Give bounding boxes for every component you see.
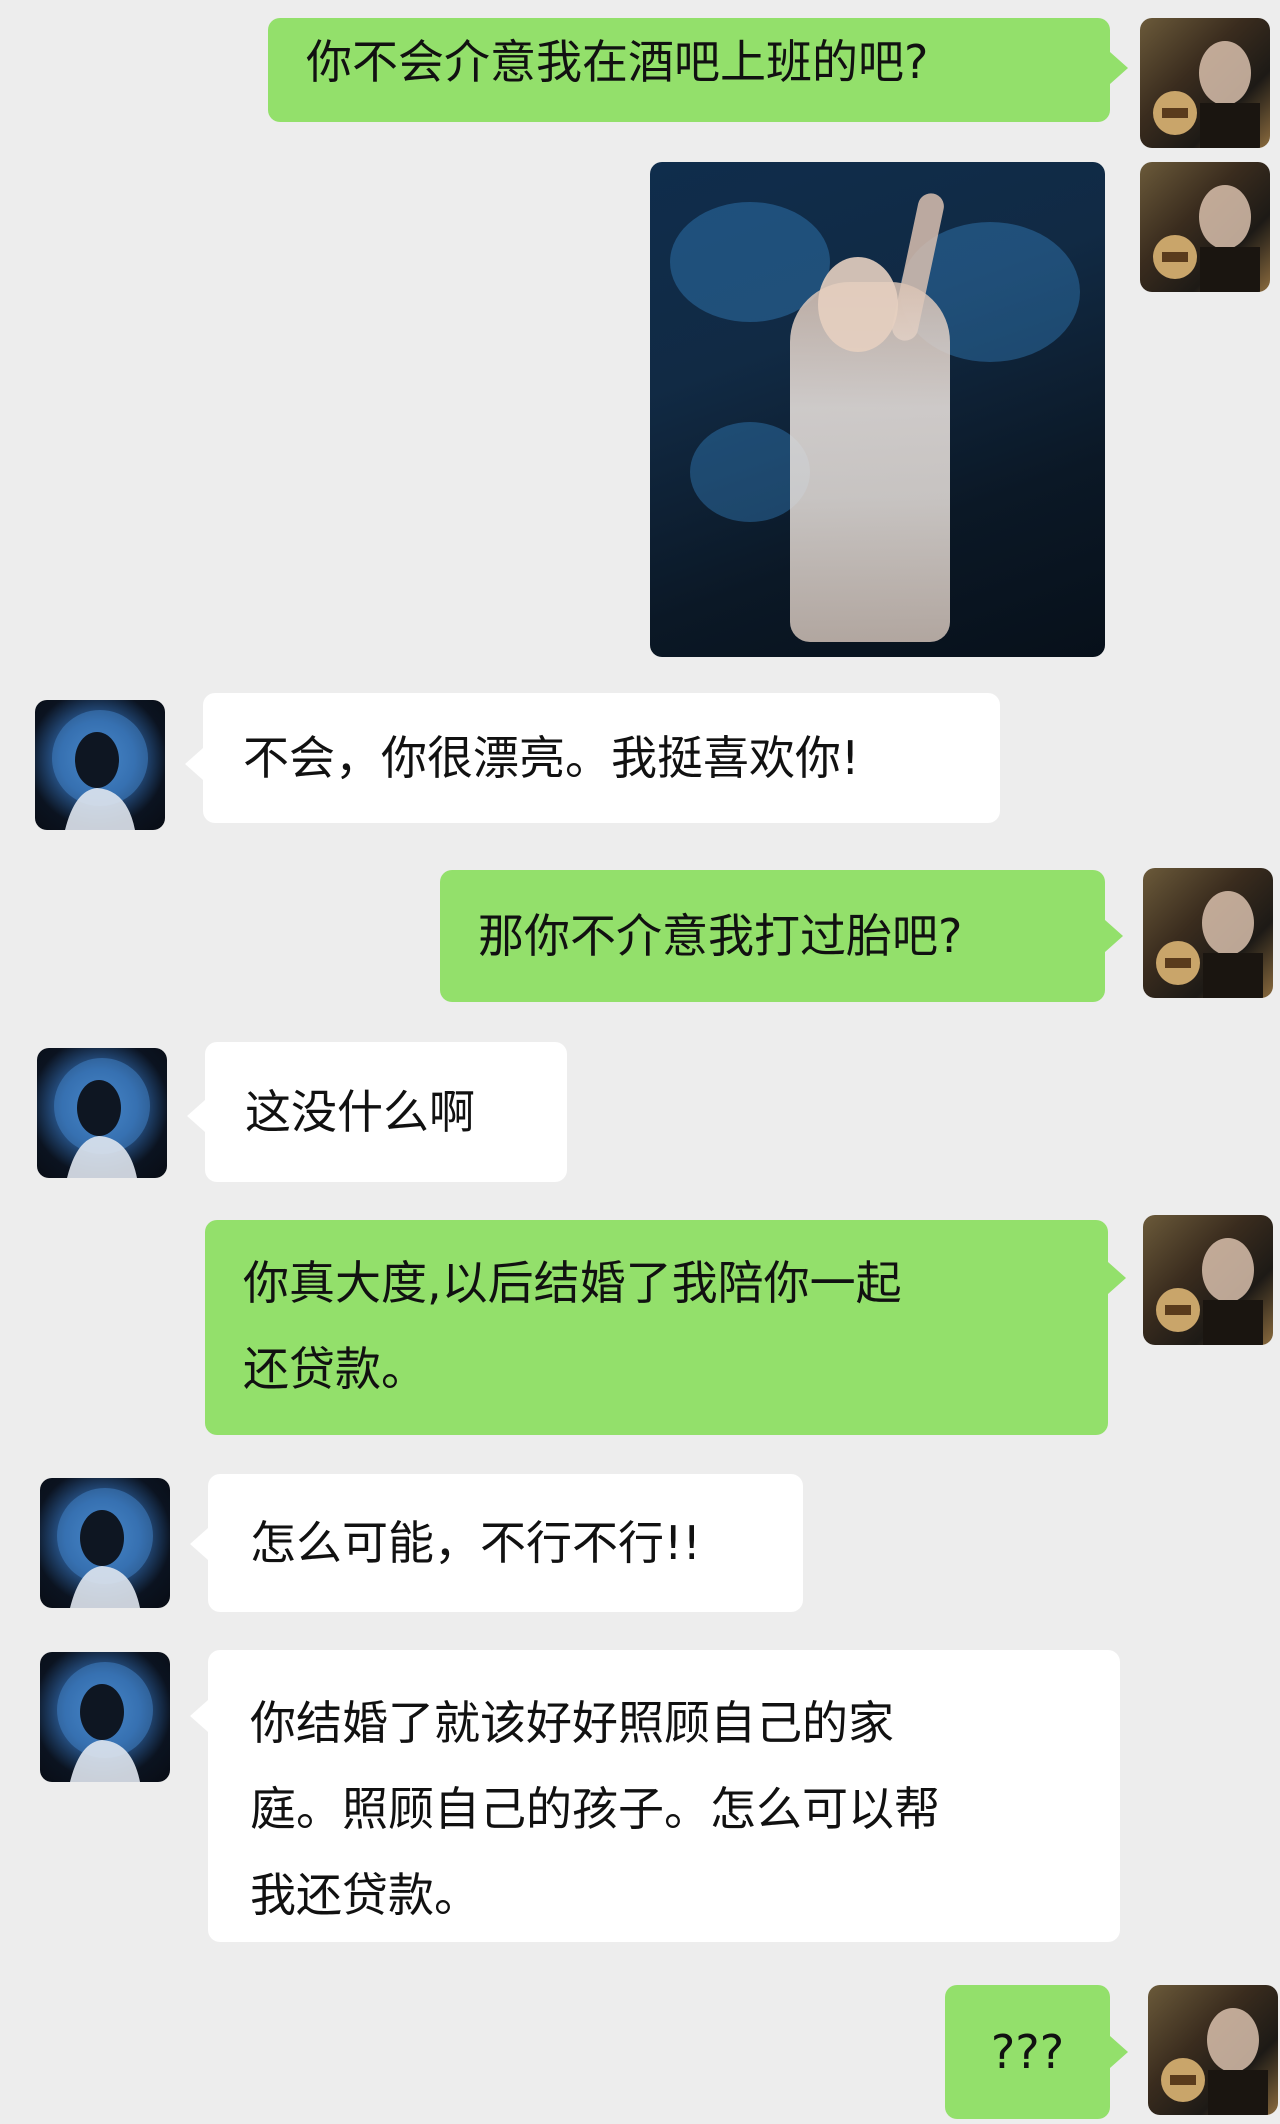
sent-message-bubble[interactable]: ??? [945,1985,1110,2119]
message-line: 你真大度,以后结婚了我陪你一起 [243,1256,902,1310]
sender-avatar[interactable] [1140,18,1270,148]
message-line: 还贷款。 [243,1342,427,1396]
girl-avatar-icon [1153,185,1260,292]
receiver-avatar[interactable] [37,1048,167,1178]
sender-avatar[interactable] [1140,162,1270,292]
bubble-tail [1108,1262,1126,1294]
boy-avatar-icon [52,710,148,830]
message-text: ??? [990,2025,1065,2079]
girl-avatar-icon [1156,891,1263,998]
message-text: 怎么可能，不行不行!! [250,1516,701,1570]
bubble-tail [185,748,203,780]
bubble-tail [190,1528,208,1560]
girl-avatar-icon [1156,1238,1263,1345]
received-message-bubble[interactable]: 这没什么啊 [205,1042,567,1182]
received-message-bubble[interactable]: 你结婚了就该好好照顾自己的家 庭。照顾自己的孩子。怎么可以帮 我还贷款。 [208,1650,1120,1942]
sender-avatar[interactable] [1143,1215,1273,1345]
receiver-avatar[interactable] [40,1652,170,1782]
received-message-bubble[interactable]: 不会，你很漂亮。我挺喜欢你! [203,693,1000,823]
received-message-bubble[interactable]: 怎么可能，不行不行!! [208,1474,803,1612]
message-line: 你结婚了就该好好照顾自己的家 [250,1696,894,1750]
bubble-tail [190,1700,208,1732]
message-text: 你不会介意我在酒吧上班的吧? [306,35,929,89]
sent-photo[interactable] [650,162,1105,657]
message-line: 庭。照顾自己的孩子。怎么可以帮 [250,1782,940,1836]
bubble-tail [187,1100,205,1132]
bubble-tail [1110,52,1128,84]
sent-message-bubble[interactable]: 那你不介意我打过胎吧? [440,870,1105,1002]
boy-avatar-icon [57,1488,153,1608]
girl-avatar-icon [1153,41,1260,148]
receiver-avatar[interactable] [40,1478,170,1608]
girl-avatar-icon [1161,2008,1268,2115]
bubble-tail [1110,2036,1128,2068]
message-text: 不会，你很漂亮。我挺喜欢你! [243,731,860,785]
message-text: 那你不介意我打过胎吧? [478,909,963,963]
boy-avatar-icon [57,1662,153,1782]
receiver-avatar[interactable] [35,700,165,830]
message-text: 这没什么啊 [245,1085,475,1139]
sender-avatar[interactable] [1148,1985,1278,2115]
boy-avatar-icon [54,1058,150,1178]
sent-message-bubble[interactable]: 你真大度,以后结婚了我陪你一起 还贷款。 [205,1220,1108,1435]
message-line: 我还贷款。 [250,1868,480,1922]
bubble-tail [1105,920,1123,952]
sent-message-bubble[interactable]: 你不会介意我在酒吧上班的吧? [268,18,1110,122]
sender-avatar[interactable] [1143,868,1273,998]
